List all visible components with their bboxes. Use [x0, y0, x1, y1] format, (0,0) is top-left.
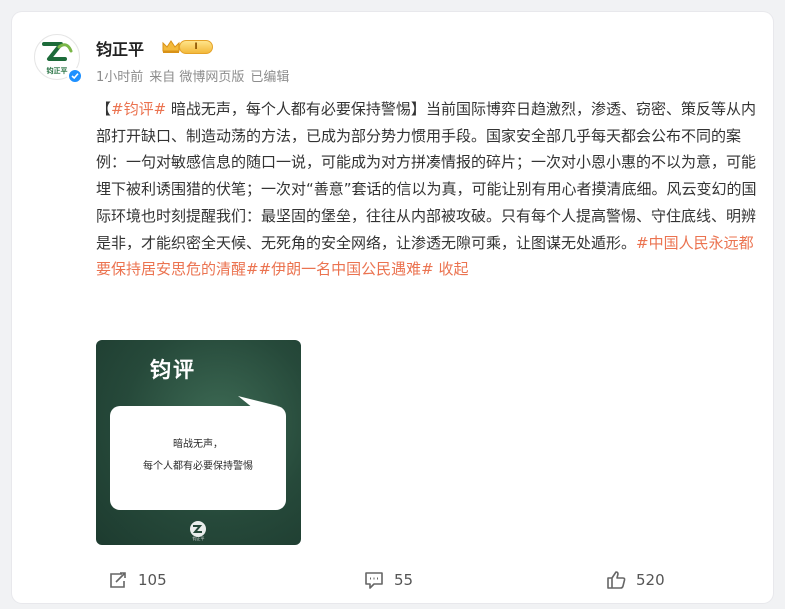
image-caption-line-2: 每个人都有必要保持警惕 [143, 461, 253, 472]
open-bracket: 【 [96, 100, 112, 118]
post-image[interactable]: 钧评 暗战无声， 每个人都有必要保持警惕 钧正平 [96, 340, 301, 545]
post-source: 来自 微博网页版 [149, 70, 245, 85]
author-name[interactable]: 钧正平 [96, 36, 144, 60]
repost-icon [110, 572, 126, 588]
weibo-post-card: 钧正平 钧正平 I 1小时前 来自 微博网页版 已编辑 【#钧评# 暗战无声，每个人… [12, 12, 773, 603]
level-badge[interactable]: I [179, 40, 213, 54]
crown-icon [162, 40, 180, 53]
repost-button[interactable]: 105 [108, 568, 167, 592]
post-meta: 1小时前 来自 微博网页版 已编辑 [96, 66, 295, 85]
hashtag-link-2[interactable]: #伊朗一名中国公民遇难# [259, 260, 434, 278]
action-bar: 105 55 520 [12, 568, 773, 600]
collapse-link[interactable]: 收起 [434, 260, 468, 278]
image-caption-line-1: 暗战无声， [173, 439, 223, 450]
image-logo-icon [190, 521, 206, 537]
repost-count: 105 [138, 571, 167, 589]
topic-hashtag-link[interactable]: #钧评# [111, 100, 166, 118]
like-button[interactable]: 520 [606, 568, 665, 592]
logo-mark-icon [42, 42, 73, 61]
verified-badge-icon [67, 68, 83, 84]
post-headline: 暗战无声，每个人都有必要保持警惕】 [166, 100, 426, 118]
thumbs-up-icon [607, 571, 626, 589]
image-logo-text: 钧正平 [192, 536, 205, 541]
comment-button[interactable]: 55 [364, 568, 413, 592]
comment-icon [365, 572, 383, 589]
image-caption: 暗战无声， 每个人都有必要保持警惕 [108, 434, 288, 478]
post-time[interactable]: 1小时前 [96, 70, 143, 85]
comment-count: 55 [394, 571, 414, 589]
edited-label[interactable]: 已编辑 [250, 70, 289, 85]
like-count: 520 [636, 571, 665, 589]
image-title: 钧评 [150, 357, 196, 382]
post-body: 当前国际博弈日趋激烈，渗透、窃密、策反等从内部打开缺口、制造动荡的方法，已成为部… [96, 100, 757, 252]
post-text: 【#钧评# 暗战无声，每个人都有必要保持警惕】当前国际博弈日趋激烈，渗透、窃密、… [96, 96, 761, 283]
